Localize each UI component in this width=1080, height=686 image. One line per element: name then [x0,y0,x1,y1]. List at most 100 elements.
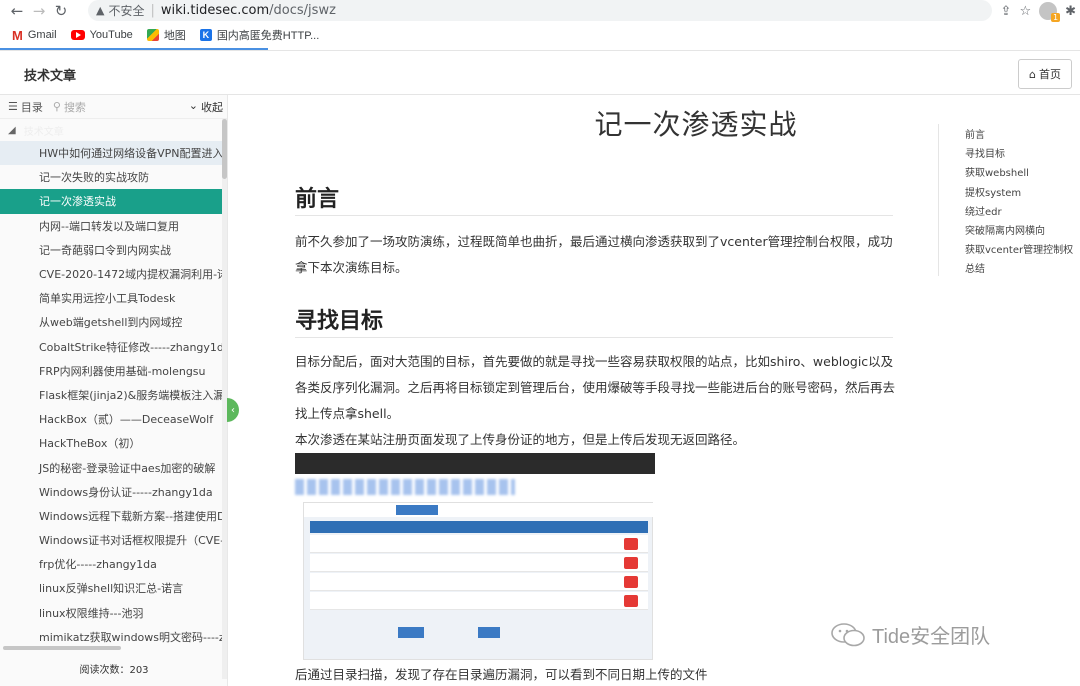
sidebar-item[interactable]: HackBox（贰）——DeceaseWolf [0,407,227,431]
screenshot-blurred-url [295,479,515,495]
paragraph: 本次渗透在某站注册页面发现了上传身份证的地方，但是上传后发现无返回路径。 [295,432,746,447]
collapse-button[interactable]: ⌄ 收起 [189,99,223,115]
maps-icon [146,29,159,41]
site-header: 技术文章 ⌂ 首页 [0,51,1080,95]
url-host: wiki.tidesec.com [160,3,270,18]
sidebar-toggle[interactable]: ‹ [227,398,239,422]
sidebar-hscroll-thumb[interactable] [3,646,121,650]
sidebar-item[interactable]: Windows证书对话框权限提升（CVE- [0,528,227,552]
upload-icon [624,538,638,550]
section-divider [295,337,893,338]
search-placeholder: 搜索 [63,100,86,114]
toc-item[interactable]: 总结 [939,258,1080,277]
paragraph: 目标分配后，面对大范围的目标，首先要做的就是寻找一些容易获取权限的站点，比如sh… [295,354,896,421]
sidebar-item[interactable]: JS的秘密-登录验证中aes加密的破解 [0,455,227,479]
home-label: 首页 [1038,68,1061,81]
extension-badge: 1 [1051,13,1061,22]
screenshot-upload-form [303,502,654,660]
toc-item[interactable]: 绕过edr [939,201,1080,220]
upload-icon [624,576,638,588]
sidebar-item[interactable]: 简单实用远控小工具Todesk [0,286,227,310]
sidebar-item[interactable]: CVE-2020-1472域内提权漏洞利用-诺言 [0,262,227,286]
sidebar-item[interactable]: Windows身份认证-----zhangy1da [0,480,227,504]
toc-item[interactable]: 提权system [939,182,1080,201]
bookmark-maps[interactable]: 地图 [146,27,186,43]
sidebar-item[interactable]: HackTheBox（初） [0,431,227,455]
star-icon[interactable]: ☆ [1019,4,1031,19]
sidebar-item[interactable]: frp优化-----zhangy1da [0,552,227,576]
sidebar-item[interactable]: 记一次失败的实战攻防 [0,165,227,189]
warning-icon: ▲ [96,4,105,17]
article-title: 记一次渗透实战 [594,108,798,141]
sidebar-item-active[interactable]: 记一次渗透实战 [0,189,227,214]
sidebar-item[interactable]: Flask框架(jinja2)&服务端模板注入漏洞 [0,383,227,407]
toc-toggle[interactable]: ☰ 目录 [8,99,43,115]
toc-item[interactable]: 突破隔离内网横向 [939,220,1080,239]
bookmark-gmail[interactable]: M Gmail [12,28,57,43]
sidebar-search[interactable]: ⚲ 搜索 [53,99,189,115]
screenshot-tab-active [396,505,438,515]
collapse-label: 收起 [201,100,223,114]
site-title[interactable]: 技术文章 [24,65,76,84]
sidebar-item[interactable]: HW中如何通过网络设备VPN配置进入内网 [0,141,227,166]
puzzle-icon[interactable]: ✱ [1065,4,1076,19]
search-icon: ⚲ [52,100,61,113]
screenshot-button [398,627,424,638]
bookmark-youtube[interactable]: YouTube [70,29,133,41]
section-heading: 寻找目标 [295,309,384,334]
toc-label: 目录 [20,100,43,114]
bookmarks-bar: M Gmail YouTube 地图 K 国内高匿免费HTTP... [0,24,1080,46]
bookmark-proxy[interactable]: K 国内高匿免费HTTP... [199,27,319,43]
sidebar-scroll-thumb[interactable] [222,119,227,179]
tree-root[interactable]: ◢ 技术文章 [0,119,227,141]
home-button[interactable]: ⌂ 首页 [1018,59,1072,89]
screenshot-browser-bar [295,453,655,474]
reload-button[interactable]: ↻ [50,0,72,22]
toc-item[interactable]: 获取webshell [939,162,1080,181]
screenshot-row [310,592,648,610]
read-count: 阅读次数：203 [79,665,149,676]
sidebar-item[interactable]: CobaltStrike特征修改-----zhangy1da [0,335,227,359]
address-bar[interactable]: ▲ 不安全 | wiki.tidesec.com/docs/jswz [88,0,992,21]
paragraph: 前不久参加了一场攻防演练，过程既简单也曲折，最后通过横向渗透获取到了vcente… [295,234,893,275]
toc-item[interactable]: 寻找目标 [939,143,1080,162]
sidebar-hscrollbar[interactable] [0,646,228,650]
chevron-left-icon: ‹ [231,404,235,416]
caret-down-icon: ◢ [8,124,16,136]
k-icon: K [199,29,212,41]
address-separator: | [150,3,155,18]
paragraph: 后通过目录扫描，发现了存在目录遍历漏洞，可以看到不同日期上传的文件 [295,667,708,682]
browser-toolbar: ← → ↻ ▲ 不安全 | wiki.tidesec.com/docs/jswz… [0,0,1080,22]
sidebar-item[interactable]: 内网--端口转发以及端口复用 [0,214,227,238]
forward-button[interactable]: → [28,0,50,22]
sidebar: ☰ 目录 ⚲ 搜索 ⌄ 收起 ◢ 技术文章 HW中如何通过网络设备VPN配置进入… [0,95,228,686]
security-label: 不安全 [108,4,145,18]
youtube-icon [70,30,85,40]
upload-icon [624,595,638,607]
toc-item[interactable]: 前言 [939,124,1080,143]
screenshot-table-header [310,521,648,533]
screenshot-tabs [304,503,654,517]
share-icon[interactable]: ⇪ [1001,4,1012,19]
sidebar-toolbar: ☰ 目录 ⚲ 搜索 ⌄ 收起 [0,95,227,119]
sidebar-item[interactable]: Windows远程下载新方案--搭建使用Del [0,504,227,528]
screenshot-button [478,627,500,638]
extension-icon[interactable]: 1 [1039,2,1061,22]
sidebar-item[interactable]: FRP内网利器使用基础-molengsu [0,359,227,383]
sidebar-item[interactable]: 记一奇葩弱口令到内网实战 [0,238,227,262]
gmail-icon: M [12,27,23,43]
section-heading: 前言 [295,187,340,212]
toc-item[interactable]: 获取vcenter管理控制权 [939,239,1080,258]
sidebar-item[interactable]: linux权限维持---池羽 [0,601,227,625]
article-toc: 前言 寻找目标 获取webshell 提权system 绕过edr 突破隔离内网… [938,124,1080,276]
screenshot-row [310,573,648,591]
sidebar-item[interactable]: linux反弹shell知识汇总-诺言 [0,576,227,600]
watermark-text: Tide安全团队 [872,626,991,648]
url-path: /docs/jswz [269,3,336,18]
arrow-right-icon: → [32,2,46,20]
wechat-icon [831,622,865,646]
back-button[interactable]: ← [6,0,28,22]
article: 记一次渗透实战 前言 前不久参加了一场攻防演练，过程既简单也曲折，最后通过横向渗… [240,95,940,686]
tree-root-label: 技术文章 [23,126,64,138]
sidebar-item[interactable]: 从web端getshell到内网域控 [0,310,227,334]
